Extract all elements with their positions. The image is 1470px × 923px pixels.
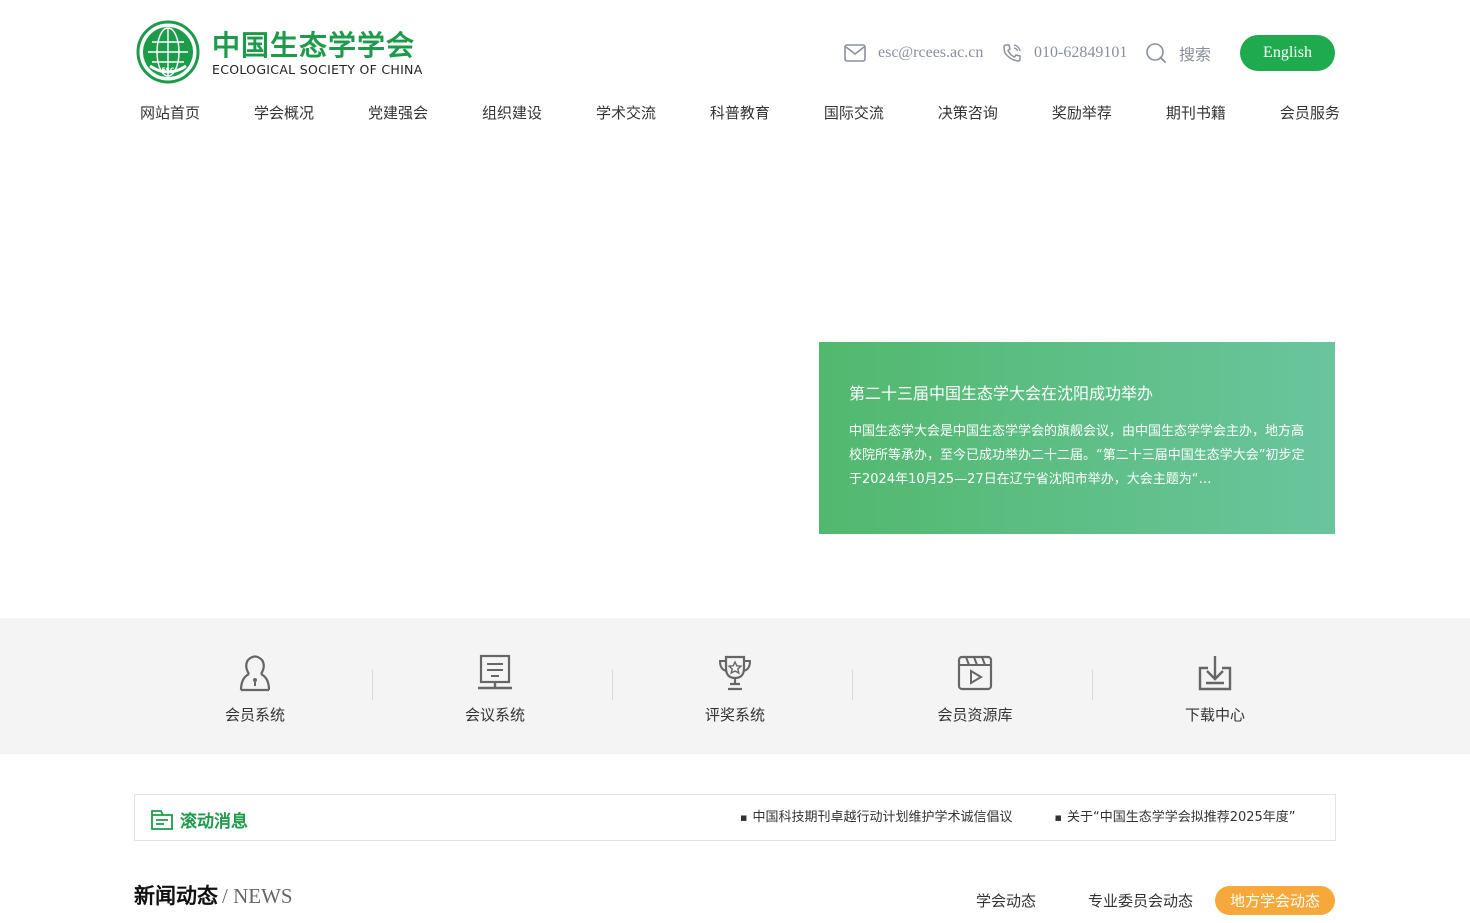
scroll-news-item[interactable]: 中国科技期刊卓越行动计划维护学术诚信倡议	[740, 806, 1012, 830]
scroll-news-heading: 滚动消息	[150, 807, 248, 832]
user-icon	[239, 655, 271, 692]
logo-badge-text: ESC	[162, 67, 175, 74]
logo-title-en: ECOLOGICAL SOCIETY OF CHINA	[212, 62, 423, 77]
divider	[612, 670, 613, 700]
mail-icon	[844, 44, 866, 62]
phone-text: 010-62849101	[1034, 44, 1128, 61]
scroll-news-list: 中国科技期刊卓越行动计划维护学术诚信倡议 关于“中国生态学学会拟推荐2025年度”	[740, 806, 1323, 830]
banner-title[interactable]: 第二十三届中国生态学大会在沈阳成功举办	[849, 380, 1305, 404]
logo-title-cn: 中国生态学学会	[212, 29, 416, 62]
system-link-download[interactable]: 下载中心	[1095, 654, 1335, 726]
divider	[372, 670, 373, 700]
header-email[interactable]: esc@rcees.ac.cn	[844, 36, 983, 70]
nav-item-international[interactable]: 国际交流	[824, 100, 884, 126]
nav-item-academic[interactable]: 学术交流	[596, 100, 656, 126]
search-label: 搜索	[1179, 47, 1212, 64]
system-link-meeting[interactable]: 会议系统	[375, 654, 615, 726]
nav-item-science-education[interactable]: 科普教育	[710, 100, 770, 126]
divider	[1092, 670, 1093, 700]
system-link-resources[interactable]: 会员资源库	[855, 654, 1095, 726]
system-label-member: 会员系统	[224, 706, 285, 724]
main-nav: 网站首页 学会概况 党建强会 组织建设 学术交流 科普教育 国际交流 决策咨询 …	[140, 100, 1340, 126]
header-phone[interactable]: 010-62849101	[1002, 36, 1127, 70]
system-label-meeting: 会议系统	[464, 706, 525, 724]
tab-society-news[interactable]: 学会动态	[976, 886, 1036, 915]
scroll-news-title: 滚动消息	[180, 812, 248, 832]
phone-icon	[1003, 44, 1021, 62]
trophy-icon	[718, 655, 752, 691]
english-button[interactable]: English	[1240, 35, 1335, 71]
search-icon	[1146, 43, 1166, 63]
system-label-resources: 会员资源库	[937, 706, 1013, 724]
nav-item-organization[interactable]: 组织建设	[482, 100, 542, 126]
header-search[interactable]: 搜索	[1145, 36, 1211, 70]
video-icon	[957, 655, 993, 691]
tab-committee-news[interactable]: 专业委员会动态	[1088, 886, 1193, 915]
nav-item-members[interactable]: 会员服务	[1280, 100, 1340, 126]
system-label-awards: 评奖系统	[704, 706, 765, 724]
nav-item-home[interactable]: 网站首页	[140, 100, 200, 126]
banner-news-card[interactable]: 第二十三届中国生态学大会在沈阳成功举办 中国生态学大会是中国生态学学会的旗舰会议…	[819, 342, 1335, 534]
logo-emblem-icon: ESC	[136, 20, 200, 84]
nav-item-about[interactable]: 学会概况	[254, 100, 314, 126]
nav-item-consulting[interactable]: 决策咨询	[938, 100, 998, 126]
news-title-en: / NEWS	[222, 884, 293, 908]
message-board-icon	[151, 809, 173, 830]
nav-item-party[interactable]: 党建强会	[368, 100, 428, 126]
scroll-news-item[interactable]: 关于“中国生态学学会拟推荐2025年度”	[1054, 806, 1296, 830]
nav-item-journals[interactable]: 期刊书籍	[1166, 100, 1226, 126]
nav-item-awards[interactable]: 奖励举荐	[1052, 100, 1112, 126]
divider	[852, 670, 853, 700]
banner-summary: 中国生态学大会是中国生态学学会的旗舰会议，由中国生态学学会主办，地方高校院所等承…	[849, 424, 1305, 487]
news-section-heading: 新闻动态 / NEWS	[134, 880, 293, 910]
download-icon	[1198, 656, 1232, 691]
email-text: esc@rcees.ac.cn	[878, 44, 984, 61]
system-link-member[interactable]: 会员系统	[135, 654, 375, 726]
tab-local-society-news[interactable]: 地方学会动态	[1215, 886, 1336, 915]
presentation-icon	[478, 654, 512, 690]
system-link-awards[interactable]: 评奖系统	[615, 654, 855, 726]
system-label-download: 下载中心	[1184, 706, 1245, 724]
news-title-cn: 新闻动态	[134, 884, 218, 908]
